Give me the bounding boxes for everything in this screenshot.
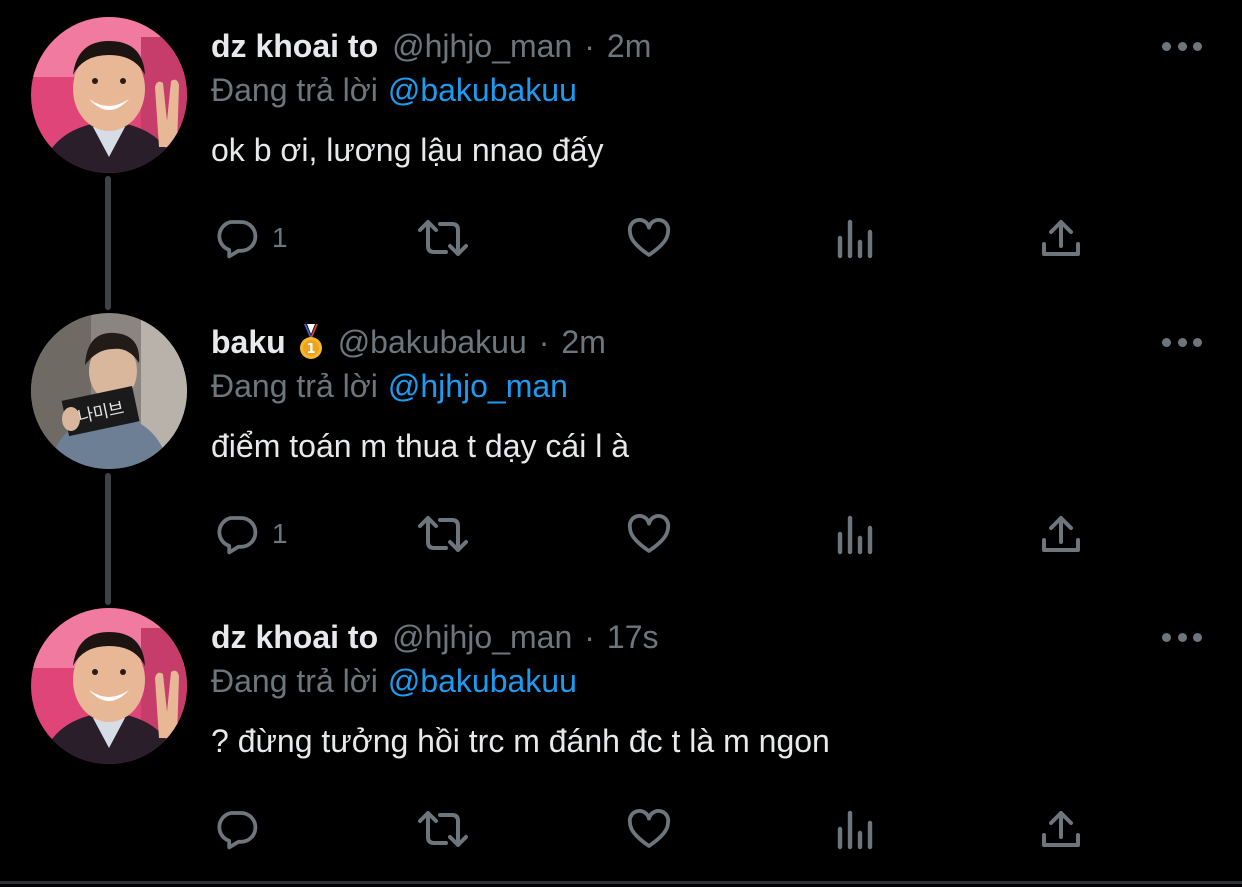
reply-button[interactable]: 1: [212, 508, 288, 560]
timestamp[interactable]: 2m: [607, 28, 651, 65]
views-icon: [837, 219, 873, 259]
views-button[interactable]: [834, 803, 878, 855]
retweet-icon: [418, 220, 468, 256]
like-button[interactable]: [624, 508, 674, 560]
heart-icon: [627, 809, 671, 848]
views-button[interactable]: [834, 508, 878, 560]
timestamp[interactable]: 2m: [561, 324, 605, 361]
separator-dot: ·: [538, 323, 550, 360]
action-bar: [212, 803, 1092, 855]
mention-link[interactable]: @hjhjo_man: [388, 368, 568, 404]
more-dots-icon[interactable]: [1162, 328, 1202, 356]
reply-button[interactable]: [212, 803, 272, 855]
display-name[interactable]: dz khoai to: [211, 28, 378, 65]
views-icon: [837, 810, 873, 850]
tweet[interactable]: 나미브 baku 1 @bakubakuu · 2m Đang trả lời @…: [0, 296, 1242, 592]
avatar[interactable]: [31, 608, 187, 764]
retweet-button[interactable]: [414, 212, 472, 264]
display-name[interactable]: dz khoai to: [211, 619, 378, 656]
replying-to: Đang trả lời @hjhjo_man: [211, 368, 568, 405]
tweet-text: ok b ơi, lương lậu nnao đấy: [211, 132, 604, 168]
display-name[interactable]: baku: [211, 324, 286, 361]
share-button[interactable]: [1038, 212, 1084, 264]
mention-link[interactable]: @bakubakuu: [388, 663, 577, 699]
like-button[interactable]: [624, 212, 674, 264]
share-icon: [1042, 811, 1080, 847]
heart-icon: [627, 218, 671, 257]
replying-label: Đang trả lời: [211, 72, 378, 108]
like-button[interactable]: [624, 803, 674, 855]
separator-dot: ·: [584, 27, 595, 64]
separator-dot: ·: [584, 618, 595, 655]
more-dots-icon[interactable]: [1162, 32, 1202, 60]
action-bar: 1: [212, 212, 1092, 264]
reply-count: 1: [272, 518, 288, 549]
reply-icon: [217, 220, 258, 259]
reply-icon: [217, 811, 258, 850]
medal-digit: 1: [306, 342, 315, 357]
retweet-button[interactable]: [414, 508, 472, 560]
share-button[interactable]: [1038, 508, 1084, 560]
tweet-text: điểm toán m thua t dạy cái l à: [211, 428, 629, 464]
share-icon: [1042, 220, 1080, 256]
tweet[interactable]: dz khoai to @hjhjo_man · 2m Đang trả lời…: [0, 0, 1242, 296]
views-button[interactable]: [834, 212, 878, 264]
tweet-header: dz khoai to @hjhjo_man · 2m: [211, 24, 651, 68]
action-bar: 1: [212, 508, 1092, 560]
retweet-icon: [418, 516, 468, 552]
user-handle[interactable]: @hjhjo_man: [392, 28, 572, 65]
heart-icon: [627, 514, 671, 553]
reply-button[interactable]: 1: [212, 212, 288, 264]
tweet-header: dz khoai to @hjhjo_man · 17s: [211, 615, 659, 659]
reply-icon: [217, 516, 258, 555]
replying-to: Đang trả lời @bakubakuu: [211, 72, 577, 109]
share-button[interactable]: [1038, 803, 1084, 855]
replying-to: Đang trả lời @bakubakuu: [211, 663, 577, 700]
reply-count: 1: [272, 222, 288, 253]
retweet-icon: [418, 811, 468, 847]
share-icon: [1042, 516, 1080, 552]
timestamp[interactable]: 17s: [607, 619, 659, 656]
avatar[interactable]: 나미브: [31, 313, 187, 469]
tweet-header: baku 1 @bakubakuu · 2m: [211, 320, 606, 364]
tweet[interactable]: dz khoai to @hjhjo_man · 17s Đang trả lờ…: [0, 591, 1242, 887]
gold-medal-icon: 1: [299, 324, 322, 359]
views-icon: [837, 515, 873, 555]
replying-label: Đang trả lời: [211, 663, 378, 699]
retweet-button[interactable]: [414, 803, 472, 855]
replying-label: Đang trả lời: [211, 368, 378, 404]
mention-link[interactable]: @bakubakuu: [388, 72, 577, 108]
avatar[interactable]: [31, 17, 187, 173]
more-dots-icon[interactable]: [1162, 623, 1202, 651]
tweet-text: ? đừng tưởng hồi trc m đánh đc t là m ng…: [211, 723, 830, 759]
user-handle[interactable]: @bakubakuu: [338, 324, 527, 361]
user-handle[interactable]: @hjhjo_man: [392, 619, 572, 656]
